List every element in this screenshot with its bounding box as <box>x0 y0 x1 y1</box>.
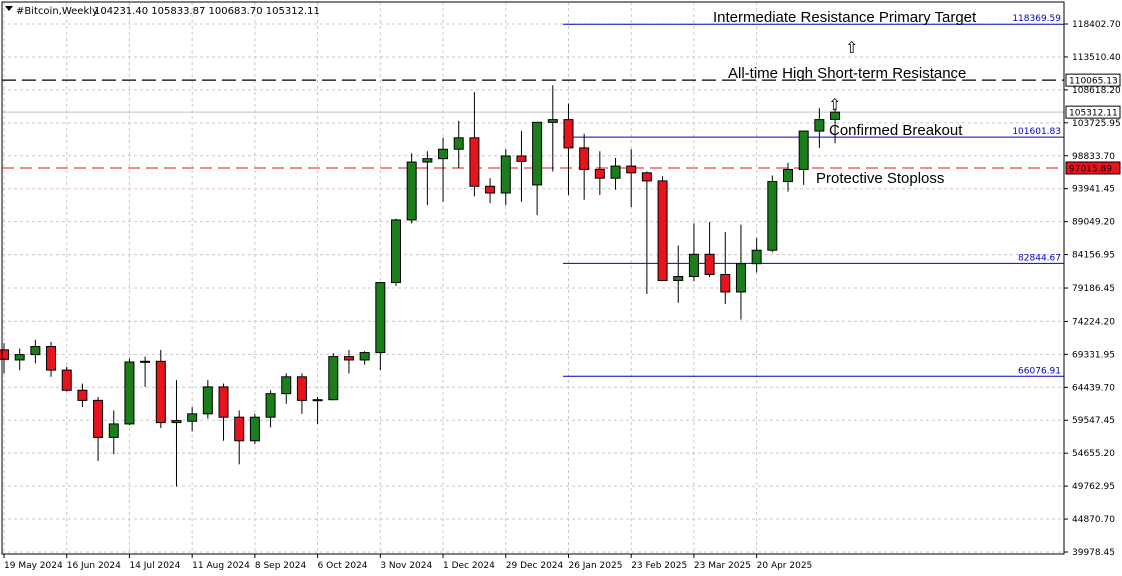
candle-body[interactable] <box>61 369 72 391</box>
candle-body[interactable] <box>0 349 9 360</box>
y-tick-label: 84156.95 <box>1072 251 1115 261</box>
candle-body[interactable] <box>532 121 543 186</box>
level-price-label: 118369.59 <box>1012 14 1061 24</box>
candle-body[interactable] <box>296 376 307 401</box>
candle-body[interactable] <box>155 360 166 424</box>
y-tick-label: 79186.45 <box>1072 284 1115 294</box>
candle-body[interactable] <box>359 352 370 361</box>
y-tick-label: 103725.95 <box>1072 119 1121 129</box>
price-chart[interactable]: 118369.59 101601.83 82844.67 66076.91 11840… <box>0 0 1122 576</box>
candle-body[interactable] <box>783 168 793 183</box>
candle-body[interactable] <box>453 137 464 150</box>
chart-header-symbol: #Bitcoin,Weekly <box>16 6 98 17</box>
candle-body[interactable] <box>798 130 809 170</box>
candle-body[interactable] <box>202 386 213 415</box>
level-price-label: 101601.83 <box>1012 127 1061 137</box>
candle-body[interactable] <box>438 148 449 160</box>
annotation-label: All-time High Short-term Resistance <box>728 65 966 82</box>
candle-body[interactable] <box>720 273 731 293</box>
annotation-label: Protective Stoploss <box>816 170 944 187</box>
candle-body[interactable] <box>704 253 715 275</box>
candle-body[interactable] <box>767 181 778 251</box>
candle-body[interactable] <box>735 263 746 293</box>
x-tick-label: 16 Jun 2024 <box>67 561 121 571</box>
y-tick-label: 89049.20 <box>1072 218 1115 228</box>
y-tick-label: 59547.45 <box>1072 416 1115 426</box>
candle-body[interactable] <box>108 423 119 438</box>
candle-body[interactable] <box>328 356 339 401</box>
candle-body[interactable] <box>124 361 135 425</box>
x-tick-label: 20 Apr 2025 <box>757 561 813 571</box>
y-tick-label: 118402.70 <box>1072 20 1121 30</box>
candle-body[interactable] <box>375 282 386 354</box>
x-tick-label: 23 Feb 2025 <box>631 561 687 571</box>
candle-body[interactable] <box>626 165 637 174</box>
candle-body[interactable] <box>14 354 25 361</box>
candle-body[interactable] <box>688 253 699 277</box>
x-tick-label: 14 Jul 2024 <box>129 561 180 571</box>
price-tag-label: 105312.11 <box>1069 109 1118 119</box>
candle-body[interactable] <box>249 416 260 442</box>
candle-body[interactable] <box>234 416 245 442</box>
up-arrow-icon: ⇧ <box>845 38 858 57</box>
candle-body[interactable] <box>579 147 590 170</box>
level-price-label: 82844.67 <box>1018 253 1061 263</box>
candle-body[interactable] <box>751 249 762 265</box>
candle-body[interactable] <box>391 219 401 284</box>
x-tick-label: 19 May 2024 <box>4 561 63 571</box>
y-tick-label: 49762.95 <box>1072 482 1115 492</box>
x-tick-label: 23 Mar 2025 <box>694 561 751 571</box>
y-tick-label: 44870.70 <box>1072 515 1115 525</box>
y-tick-label: 39978.45 <box>1072 548 1115 558</box>
candle-body[interactable] <box>610 165 621 179</box>
x-tick-label: 1 Dec 2024 <box>443 561 495 571</box>
y-tick-label: 113510.40 <box>1072 53 1121 63</box>
y-tick-label: 54655.20 <box>1072 449 1115 459</box>
candle-body[interactable] <box>406 161 417 221</box>
candle-body[interactable] <box>218 386 229 418</box>
x-tick-label: 8 Sep 2024 <box>255 561 307 571</box>
candle-body[interactable] <box>673 275 684 282</box>
y-tick-label: 98833.70 <box>1072 152 1115 162</box>
candle-body[interactable] <box>140 360 151 363</box>
candle-body[interactable] <box>563 119 574 149</box>
candle-body[interactable] <box>187 413 198 422</box>
price-tag-label: 110065.13 <box>1069 77 1118 87</box>
candle-body[interactable] <box>485 185 496 194</box>
candle-body[interactable] <box>516 155 527 162</box>
y-tick-label: 69331.95 <box>1072 350 1115 360</box>
chart-header-ohlc: 104231.40 105833.87 100683.70 105312.11 <box>94 6 320 17</box>
candle-body[interactable] <box>641 172 652 182</box>
y-tick-label: 108618.20 <box>1072 86 1121 96</box>
candle-body[interactable] <box>547 119 558 123</box>
candle-body[interactable] <box>814 119 825 132</box>
candle-body[interactable] <box>281 376 292 395</box>
candle-body[interactable] <box>46 346 57 371</box>
candle-body[interactable] <box>422 158 433 163</box>
y-tick-label: 93941.45 <box>1072 185 1115 195</box>
candle-body[interactable] <box>171 420 182 424</box>
y-tick-label: 64439.70 <box>1072 383 1115 393</box>
candle-body[interactable] <box>93 399 104 438</box>
annotation-label: Intermediate Resistance Primary Target <box>713 9 977 26</box>
x-tick-label: 11 Aug 2024 <box>192 561 250 571</box>
x-tick-label: 26 Jan 2025 <box>568 561 622 571</box>
x-tick-label: 6 Oct 2024 <box>318 561 368 571</box>
y-tick-label: 74224.20 <box>1072 317 1115 327</box>
annotation-label: Confirmed Breakout <box>829 122 963 139</box>
candle-body[interactable] <box>594 168 605 179</box>
candle-body[interactable] <box>469 137 480 187</box>
price-tag-label: 97015.89 <box>1069 164 1112 174</box>
candle-body[interactable] <box>657 180 668 282</box>
level-price-label: 66076.91 <box>1018 366 1061 376</box>
x-tick-label: 29 Dec 2024 <box>506 561 564 571</box>
candle-body[interactable] <box>312 399 323 402</box>
candle-body[interactable] <box>30 346 41 356</box>
up-arrow-icon: ⇧ <box>828 95 841 114</box>
x-tick-label: 3 Nov 2024 <box>380 561 432 571</box>
candle-body[interactable] <box>265 393 276 418</box>
candle-body[interactable] <box>343 356 354 361</box>
candle-body[interactable] <box>77 389 88 401</box>
candle-body[interactable] <box>500 155 511 194</box>
